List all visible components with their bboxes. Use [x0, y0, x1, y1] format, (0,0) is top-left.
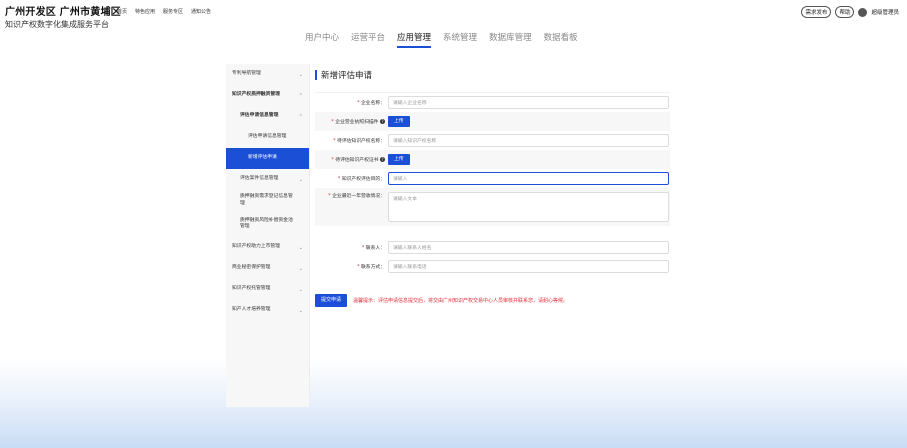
company-name-label: * 企业名称： [357, 101, 385, 106]
chevron-down-icon: ⌄ [298, 71, 303, 78]
tab-operation-platform[interactable]: 运营平台 [351, 31, 385, 48]
form-row-license: * 企业营业执照扫描件 ? 上传 [315, 112, 670, 131]
sidebar-item-case-info[interactable]: 评估案件信息管理 ⌄ [226, 169, 309, 190]
contact-input[interactable]: 请输入联系人姓名 [388, 241, 669, 254]
sidebar-item-evaluation-group[interactable]: 评估申请信息管理 ⌃ [226, 106, 309, 127]
chevron-down-icon: ⌄ [298, 176, 303, 183]
sidebar-item-demand-registration[interactable]: 质押融资需求登记信息管理 [226, 190, 309, 211]
top-nav: 首页 特色应用 服务专区 通知公告 [117, 8, 211, 15]
brand: 广州开发区 广州市黄埔区 知识产权数字化集成服务平台 [5, 3, 121, 30]
tab-system-management[interactable]: 系统管理 [443, 31, 477, 48]
form-row-operation: * 企业最近一年营收情况： 请输入文本 [315, 188, 670, 226]
topnav-notice[interactable]: 通知公告 [191, 8, 211, 15]
sidebar-item-label: 知识产权助力上市管理 [232, 244, 280, 250]
ip-cert-label: * 待评估知识产权证书 ? [331, 157, 385, 163]
sidebar-item-pledge-financing[interactable]: 知识产权质押融资管理 ⌃ [226, 85, 309, 106]
page-title-text: 新增评估申请 [321, 71, 373, 81]
sidebar-item-patent-navigation[interactable]: 专利导航管理 ⌄ [226, 64, 309, 85]
purpose-label: * 知识产权评估目的： [337, 177, 385, 182]
header-tools: 需求发布 帮助 超级管理员 [801, 6, 899, 18]
ip-name-input[interactable]: 请输入知识产权名称 [388, 134, 669, 147]
brand-title: 广州开发区 广州市黄埔区 [5, 7, 121, 18]
license-label: * 企业营业执照扫描件 ? [331, 119, 385, 125]
sidebar-item-label: 知识产权质押融资管理 [232, 92, 280, 98]
sidebar-item-label: 知识产权托管管理 [232, 286, 271, 292]
form-spacer [315, 226, 670, 238]
sidebar-item-evaluation-info[interactable]: 评估申请信息管理 [226, 127, 309, 148]
ip-name-label: * 待评估知识产权名称： [333, 139, 385, 144]
question-icon[interactable]: ? [380, 119, 385, 124]
operation-label: * 企业最近一年营收情况： [328, 194, 385, 199]
sidebar-item-label: 商业秘密保护管理 [232, 265, 271, 271]
contact-label: * 联系人： [361, 246, 385, 251]
tab-user-center[interactable]: 用户中心 [305, 31, 339, 48]
sidebar-item-risk-compensation[interactable]: 质押融资风险补偿资金池管理 [226, 211, 309, 237]
page-title: 新增评估申请 [315, 64, 670, 86]
ip-cert-upload-button[interactable]: 上传 [388, 154, 410, 165]
company-name-input[interactable]: 请输入企业名称 [388, 96, 669, 109]
sidebar: 专利导航管理 ⌄ 知识产权质押融资管理 ⌃ 评估申请信息管理 ⌃ 评估申请信息管… [226, 64, 310, 407]
help-button[interactable]: 帮助 [835, 6, 855, 18]
operation-textarea[interactable]: 请输入文本 [388, 192, 669, 222]
avatar[interactable] [858, 7, 868, 17]
license-upload-button[interactable]: 上传 [388, 116, 410, 127]
sidebar-item-label: 知产人才培养管理 [232, 307, 271, 313]
phone-label: * 联系方式： [357, 265, 385, 270]
form-row-purpose: * 知识产权评估目的： 请输入 [315, 169, 670, 188]
chevron-down-icon: ⌄ [298, 307, 303, 314]
sidebar-item-label: 新增评估申请 [248, 155, 277, 161]
topnav-service[interactable]: 服务专区 [163, 8, 183, 15]
chevron-down-icon: ⌄ [298, 244, 303, 251]
sidebar-item-talent-training[interactable]: 知产人才培养管理 ⌄ [226, 300, 309, 321]
tab-app-management[interactable]: 应用管理 [397, 31, 432, 48]
sidebar-item-label: 质押融资需求登记信息管理 [240, 194, 293, 206]
sidebar-item-label: 质押融资风险补偿资金池管理 [240, 217, 293, 229]
sidebar-item-label: 评估申请信息管理 [248, 134, 287, 140]
demand-publish-button[interactable]: 需求发布 [801, 6, 832, 18]
tab-database-management[interactable]: 数据库管理 [489, 31, 532, 48]
tab-data-dashboard[interactable]: 数据看板 [544, 31, 578, 48]
chevron-down-icon: ⌄ [298, 265, 303, 272]
evaluation-form: * 企业名称： 请输入企业名称 * 企业营业执照扫描件 ? 上传 * 待评估知识… [315, 92, 670, 276]
chevron-up-icon: ⌃ [298, 92, 303, 99]
submit-tip: 温馨提示：评估申请信息提交后，将交由广州知识产权交易中心人员审核并联系您，请耐心… [353, 298, 569, 304]
form-row-ip-name: * 待评估知识产权名称： 请输入知识产权名称 [315, 131, 670, 150]
topnav-home[interactable]: 首页 [117, 8, 127, 15]
user-name[interactable]: 超级管理员 [871, 8, 899, 16]
form-row-phone: * 联系方式： 请输入联系电话 [315, 257, 670, 276]
sidebar-item-label: 评估申请信息管理 [240, 113, 279, 119]
chevron-down-icon: ⌄ [298, 286, 303, 293]
question-icon[interactable]: ? [380, 157, 385, 162]
main-tabs: 用户中心 运营平台 应用管理 系统管理 数据库管理 数据看板 [305, 31, 578, 48]
brand-subtitle: 知识产权数字化集成服务平台 [5, 20, 109, 29]
chevron-up-icon: ⌃ [298, 113, 303, 120]
submit-button[interactable]: 提交申请 [315, 294, 348, 307]
purpose-input[interactable]: 请输入 [388, 172, 669, 185]
title-accent-bar [315, 70, 317, 80]
sidebar-item-ipo-support[interactable]: 知识产权助力上市管理 ⌄ [226, 237, 309, 258]
topnav-featured[interactable]: 特色应用 [135, 8, 155, 15]
form-row-contact: * 联系人： 请输入联系人姓名 [315, 238, 670, 257]
content-area: 新增评估申请 * 企业名称： 请输入企业名称 * 企业营业执照扫描件 ? 上传 … [315, 64, 670, 276]
sidebar-item-label: 专利导航管理 [232, 71, 261, 77]
submit-row: 提交申请 温馨提示：评估申请信息提交后，将交由广州知识产权交易中心人员审核并联系… [315, 294, 568, 307]
sidebar-item-new-evaluation[interactable]: 新增评估申请 [226, 148, 309, 169]
sidebar-item-trade-secret[interactable]: 商业秘密保护管理 ⌄ [226, 258, 309, 279]
sidebar-item-label: 评估案件信息管理 [240, 176, 279, 182]
phone-input[interactable]: 请输入联系电话 [388, 260, 669, 273]
form-row-company-name: * 企业名称： 请输入企业名称 [315, 93, 670, 112]
form-row-ip-cert: * 待评估知识产权证书 ? 上传 [315, 150, 670, 169]
sidebar-item-custody[interactable]: 知识产权托管管理 ⌄ [226, 279, 309, 300]
